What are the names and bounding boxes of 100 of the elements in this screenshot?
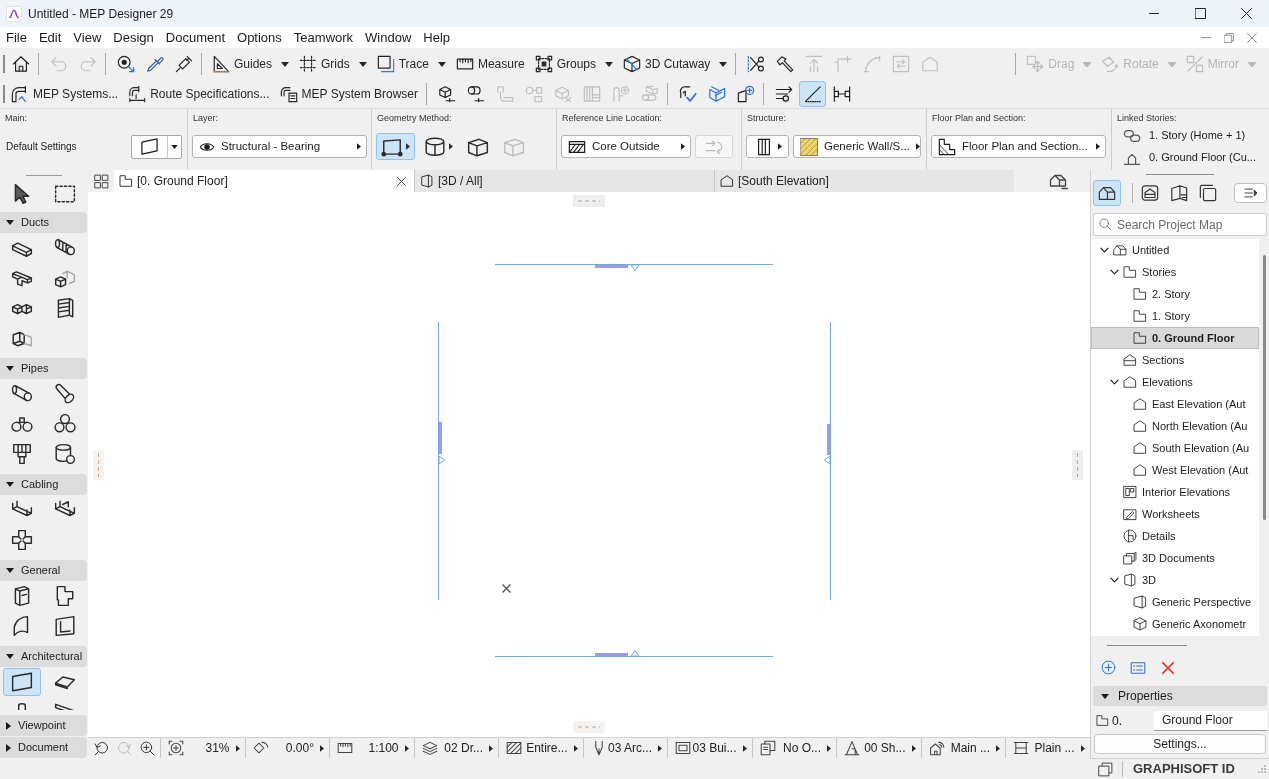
tree-item[interactable]: East Elevation (Aut	[1091, 393, 1259, 415]
split-handle-icon[interactable]	[573, 721, 605, 733]
group-header[interactable]: Viewpoint	[0, 715, 87, 736]
toolbar-button[interactable]: Grids	[295, 51, 371, 77]
menu-item[interactable]: Edit	[32, 27, 68, 48]
dotted-grid-icon	[299, 55, 318, 73]
tree-item[interactable]: Generic Perspective	[1091, 591, 1259, 613]
tool-button[interactable]	[2, 668, 41, 696]
floor-plan-icon	[119, 174, 133, 188]
dashed-frame-icon	[534, 55, 553, 73]
tree-item[interactable]: Worksheets	[1091, 503, 1259, 525]
close-tab-button[interactable]	[394, 174, 408, 188]
perspective-box-icon	[1133, 595, 1147, 609]
toolbar-button[interactable]: MEP Systems...	[7, 81, 123, 107]
toolbar-button[interactable]: Route Specifications...	[124, 81, 274, 107]
stacked-pages-icon	[1199, 184, 1217, 202]
tree-item[interactable]: Details	[1091, 525, 1259, 547]
navigator-tab[interactable]	[1093, 180, 1121, 206]
toolbar-button[interactable]: MEP System Browser	[275, 81, 423, 107]
cross-mark-icon	[502, 584, 511, 593]
floor-plan-dropdown[interactable]: Floor Plan and Section...	[931, 135, 1106, 158]
caret-right-icon	[778, 143, 782, 150]
section-label: Floor Plan and Section:	[931, 112, 1026, 123]
search-field[interactable]: Search Project Map	[1093, 213, 1267, 236]
view-tab[interactable]: [3D / All]	[414, 170, 714, 192]
tree-item[interactable]: Elevations	[1091, 371, 1259, 393]
group-header[interactable]: Document	[0, 737, 87, 758]
tree-item[interactable]: 0. Ground Floor	[1091, 327, 1259, 349]
settings-button[interactable]: Settings...	[1094, 734, 1266, 754]
geometry-option[interactable]	[376, 133, 415, 160]
tree-item[interactable]: 2. Story	[1091, 283, 1259, 305]
toolbar-button[interactable]	[799, 81, 827, 107]
reference-line-dropdown[interactable]: Core Outside	[561, 135, 691, 158]
tree-item[interactable]: 3D	[1091, 569, 1259, 591]
menu-item[interactable]: File	[0, 27, 33, 48]
group-header[interactable]: Ducts	[0, 212, 87, 233]
tree-item[interactable]: West Elevation (Aut	[1091, 459, 1259, 481]
caret-right-icon	[742, 744, 747, 752]
bent-pipe-ruler-icon	[128, 85, 147, 103]
split-handle-icon[interactable]	[573, 195, 605, 207]
brand-link[interactable]: GRAPHISOFT ID	[1133, 759, 1235, 779]
shape-dropdown[interactable]	[131, 134, 182, 159]
menu-item[interactable]: Options	[231, 27, 288, 48]
tree-item[interactable]: Generic Axonometr	[1091, 613, 1259, 635]
toolbar-button[interactable]: Trace	[372, 51, 450, 77]
ruler-icon	[455, 55, 474, 73]
cube-icon	[1133, 617, 1147, 631]
close-icon	[396, 176, 406, 186]
menu-item[interactable]: Document	[159, 27, 232, 48]
worksheet-icon	[1123, 507, 1137, 521]
group-header[interactable]: Cabling	[0, 474, 87, 495]
squares-icon	[376, 55, 395, 73]
wall-layers-icon	[755, 137, 773, 156]
tree-item[interactable]: Interior Elevations	[1091, 481, 1259, 503]
view-tab[interactable]: [0. Ground Floor]	[114, 170, 414, 192]
menu-item[interactable]: Help	[417, 27, 457, 48]
group-header[interactable]: General	[0, 560, 87, 581]
panel-header[interactable]: Properties	[1093, 686, 1267, 706]
toolbar-button[interactable]: Groups	[530, 51, 617, 77]
nested-rectangles-icon	[675, 740, 691, 756]
tree-item[interactable]: Sections	[1091, 349, 1259, 371]
open-box-icon	[420, 174, 434, 188]
angle-icon	[252, 740, 269, 756]
caret-right-icon	[915, 143, 920, 150]
delete-icon	[1161, 660, 1175, 675]
group-header[interactable]: Pipes	[0, 358, 87, 379]
menu-item[interactable]: Teamwork	[287, 27, 360, 48]
view-tab[interactable]: [South Elevation]	[714, 170, 1014, 192]
split-handle-icon[interactable]	[93, 450, 104, 480]
layer-dropdown[interactable]: Structural - Bearing	[192, 135, 367, 158]
caret-right-icon	[681, 143, 685, 150]
toolbar-button[interactable]: Measure	[451, 51, 529, 77]
caret-down-icon	[437, 61, 446, 67]
caret-down-icon	[1248, 61, 1256, 67]
window-title: Untitled - MEP Designer 29	[28, 5, 174, 23]
structure-type-button[interactable]	[746, 135, 789, 158]
section-label: Linked Stories:	[1116, 112, 1177, 123]
structure-dropdown[interactable]: Generic Wall/S...	[793, 135, 921, 158]
tree-item[interactable]: Untitled	[1091, 239, 1259, 261]
house-outline-icon	[1133, 419, 1147, 433]
tree-item[interactable]: North Elevation (Au	[1091, 415, 1259, 437]
tree-item[interactable]: 1. Story	[1091, 305, 1259, 327]
split-handle-icon[interactable]	[1072, 450, 1083, 480]
menu-item[interactable]: View	[67, 27, 108, 48]
tree-item[interactable]: South Elevation (Au	[1091, 437, 1259, 459]
menu-item[interactable]: Design	[107, 27, 160, 48]
caret-right-icon	[1096, 143, 1100, 150]
menu-item[interactable]: Window	[359, 27, 418, 48]
toolbar-button[interactable]: 3D Cutaway	[619, 51, 732, 77]
tree-item[interactable]: Stories	[1091, 261, 1259, 283]
grid-squares-icon	[93, 173, 109, 189]
tree-item[interactable]: 3D Documents	[1091, 547, 1259, 569]
zoom-forward-icon	[116, 740, 132, 756]
name-field[interactable]: Ground Floor	[1154, 710, 1267, 731]
group-header[interactable]: Architectural	[0, 646, 87, 667]
house-outline-icon	[720, 174, 734, 188]
toolbar-button[interactable]: Guides	[208, 51, 294, 77]
navigator-menu-button[interactable]	[1234, 183, 1267, 203]
scrollbar[interactable]	[1262, 255, 1266, 520]
close-icon	[1240, 8, 1252, 19]
